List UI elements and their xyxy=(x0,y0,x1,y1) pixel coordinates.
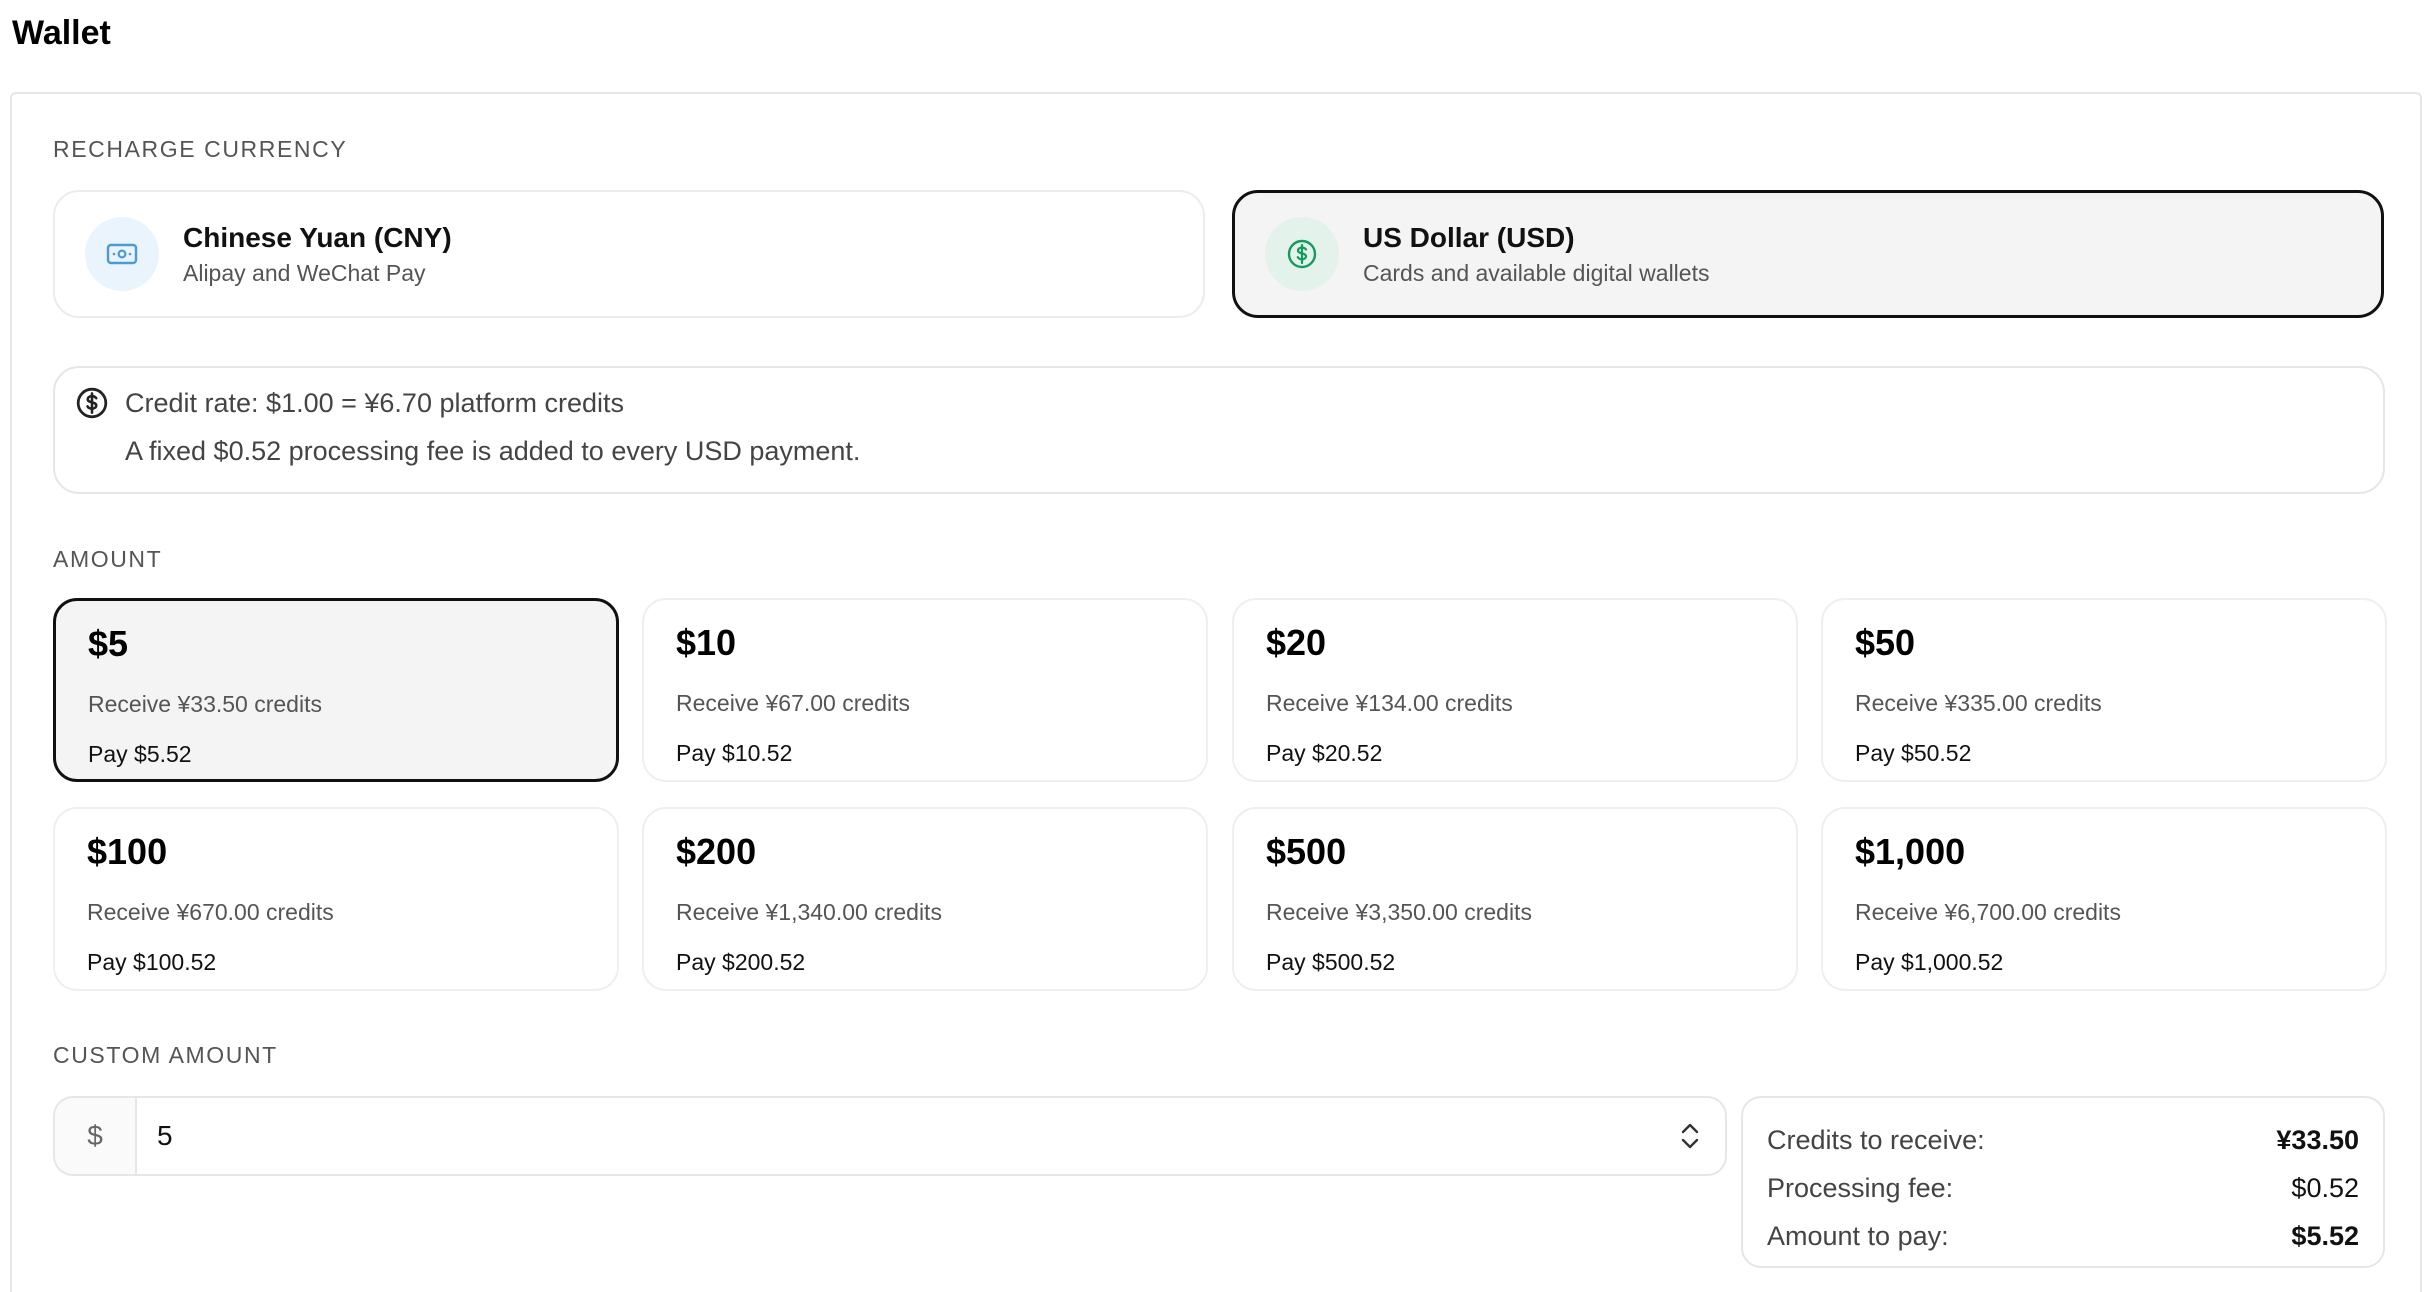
summary-fee-row: Processing fee: $0.52 xyxy=(1767,1164,2359,1212)
custom-amount-input[interactable] xyxy=(137,1098,1655,1174)
amount-pay: Pay $200.52 xyxy=(676,949,806,975)
currency-name: US Dollar (USD) xyxy=(1363,221,1575,253)
payment-summary: Credits to receive: ¥33.50 Processing fe… xyxy=(1741,1096,2385,1268)
amount-value: $5 xyxy=(88,623,129,664)
amount-receive: Receive ¥134.00 credits xyxy=(1266,690,1513,716)
amount-value: $20 xyxy=(1266,622,1327,663)
amount-pay: Pay $50.52 xyxy=(1855,740,1972,766)
credit-rate-info: Credit rate: $1.00 = ¥6.70 platform cred… xyxy=(53,366,2385,494)
amount-receive: Receive ¥335.00 credits xyxy=(1855,690,2102,716)
summary-fee-label: Processing fee: xyxy=(1767,1172,1954,1203)
amount-pay: Pay $10.52 xyxy=(676,740,793,766)
amount-value: $500 xyxy=(1266,831,1347,872)
credit-rate-text: Credit rate: $1.00 = ¥6.70 platform cred… xyxy=(125,388,625,418)
amount-option-20[interactable]: $20 Receive ¥134.00 credits Pay $20.52 xyxy=(1232,598,1798,782)
amount-receive: Receive ¥3,350.00 credits xyxy=(1266,899,1532,925)
currency-subtitle: Cards and available digital wallets xyxy=(1363,259,1710,286)
amount-receive: Receive ¥670.00 credits xyxy=(87,899,334,925)
custom-amount-field: $ xyxy=(53,1096,1727,1176)
chevron-up-down-icon[interactable] xyxy=(1655,1098,1725,1174)
section-label-custom-amount: CUSTOM AMOUNT xyxy=(53,1042,278,1068)
currency-option-usd[interactable]: US Dollar (USD) Cards and available digi… xyxy=(1232,190,2384,318)
section-label-currency: RECHARGE CURRENCY xyxy=(53,136,348,162)
summary-pay-value: $5.52 xyxy=(2291,1220,2359,1251)
amount-value: $100 xyxy=(87,831,168,872)
amount-value: $50 xyxy=(1855,622,1916,663)
banknote-icon xyxy=(85,217,159,291)
currency-subtitle: Alipay and WeChat Pay xyxy=(183,259,426,286)
amount-receive: Receive ¥33.50 credits xyxy=(88,691,322,717)
wallet-panel: RECHARGE CURRENCY Chinese Yuan (CNY) Ali… xyxy=(10,92,2422,1292)
amount-receive: Receive ¥67.00 credits xyxy=(676,690,910,716)
amount-option-200[interactable]: $200 Receive ¥1,340.00 credits Pay $200.… xyxy=(642,807,1208,991)
dollar-circle-icon xyxy=(1265,217,1339,291)
amount-value: $200 xyxy=(676,831,757,872)
summary-credits-label: Credits to receive: xyxy=(1767,1124,1985,1155)
amount-receive: Receive ¥6,700.00 credits xyxy=(1855,899,2121,925)
amount-value: $1,000 xyxy=(1855,831,1966,872)
amount-pay: Pay $1,000.52 xyxy=(1855,949,2004,975)
amount-option-1000[interactable]: $1,000 Receive ¥6,700.00 credits Pay $1,… xyxy=(1821,807,2387,991)
amount-pay: Pay $500.52 xyxy=(1266,949,1396,975)
page-title: Wallet xyxy=(12,14,111,52)
dollar-circle-icon xyxy=(76,387,108,419)
summary-pay-label: Amount to pay: xyxy=(1767,1220,1949,1251)
amount-option-500[interactable]: $500 Receive ¥3,350.00 credits Pay $500.… xyxy=(1232,807,1798,991)
processing-fee-note: A fixed $0.52 processing fee is added to… xyxy=(125,436,861,466)
currency-prefix: $ xyxy=(55,1098,137,1174)
amount-pay: Pay $100.52 xyxy=(87,949,217,975)
amount-pay: Pay $5.52 xyxy=(88,741,192,767)
amount-option-100[interactable]: $100 Receive ¥670.00 credits Pay $100.52 xyxy=(53,807,619,991)
amount-option-5[interactable]: $5 Receive ¥33.50 credits Pay $5.52 xyxy=(53,598,619,782)
summary-fee-value: $0.52 xyxy=(2291,1172,2359,1203)
summary-pay-row: Amount to pay: $5.52 xyxy=(1767,1212,2359,1260)
amount-value: $10 xyxy=(676,622,737,663)
amount-option-50[interactable]: $50 Receive ¥335.00 credits Pay $50.52 xyxy=(1821,598,2387,782)
summary-credits-row: Credits to receive: ¥33.50 xyxy=(1767,1116,2359,1164)
amount-pay: Pay $20.52 xyxy=(1266,740,1383,766)
summary-credits-value: ¥33.50 xyxy=(2276,1124,2359,1155)
currency-option-cny[interactable]: Chinese Yuan (CNY) Alipay and WeChat Pay xyxy=(53,190,1205,318)
section-label-amount: AMOUNT xyxy=(53,546,163,572)
amount-option-10[interactable]: $10 Receive ¥67.00 credits Pay $10.52 xyxy=(642,598,1208,782)
amount-receive: Receive ¥1,340.00 credits xyxy=(676,899,942,925)
currency-name: Chinese Yuan (CNY) xyxy=(183,221,452,253)
